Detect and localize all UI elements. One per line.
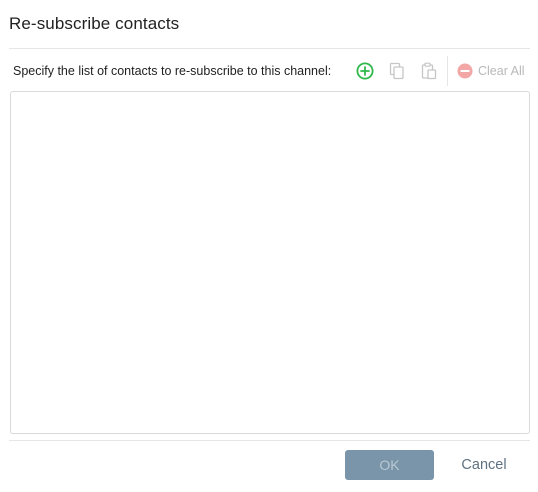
clear-all-label: Clear All <box>478 64 525 78</box>
minus-circle-icon <box>457 63 473 79</box>
contacts-toolbar: Specify the list of contacts to re-subsc… <box>9 56 530 86</box>
copy-icon <box>389 62 404 80</box>
clear-all-button[interactable]: Clear All <box>457 61 525 81</box>
paste-button[interactable] <box>417 59 441 83</box>
add-contact-button[interactable] <box>353 59 377 83</box>
resubscribe-dialog: Re-subscribe contacts Specify the list o… <box>0 0 538 492</box>
dialog-title: Re-subscribe contacts <box>9 14 180 33</box>
add-circle-icon <box>356 62 374 80</box>
instruction-label: Specify the list of contacts to re-subsc… <box>13 64 332 78</box>
ok-button[interactable]: OK <box>345 450 434 480</box>
cancel-button[interactable]: Cancel <box>450 450 518 480</box>
footer-divider <box>9 440 530 441</box>
title-divider <box>9 48 530 49</box>
toolbar-separator <box>447 56 448 86</box>
paste-icon <box>421 62 437 80</box>
contacts-textarea[interactable] <box>10 91 530 434</box>
copy-button[interactable] <box>385 59 409 83</box>
